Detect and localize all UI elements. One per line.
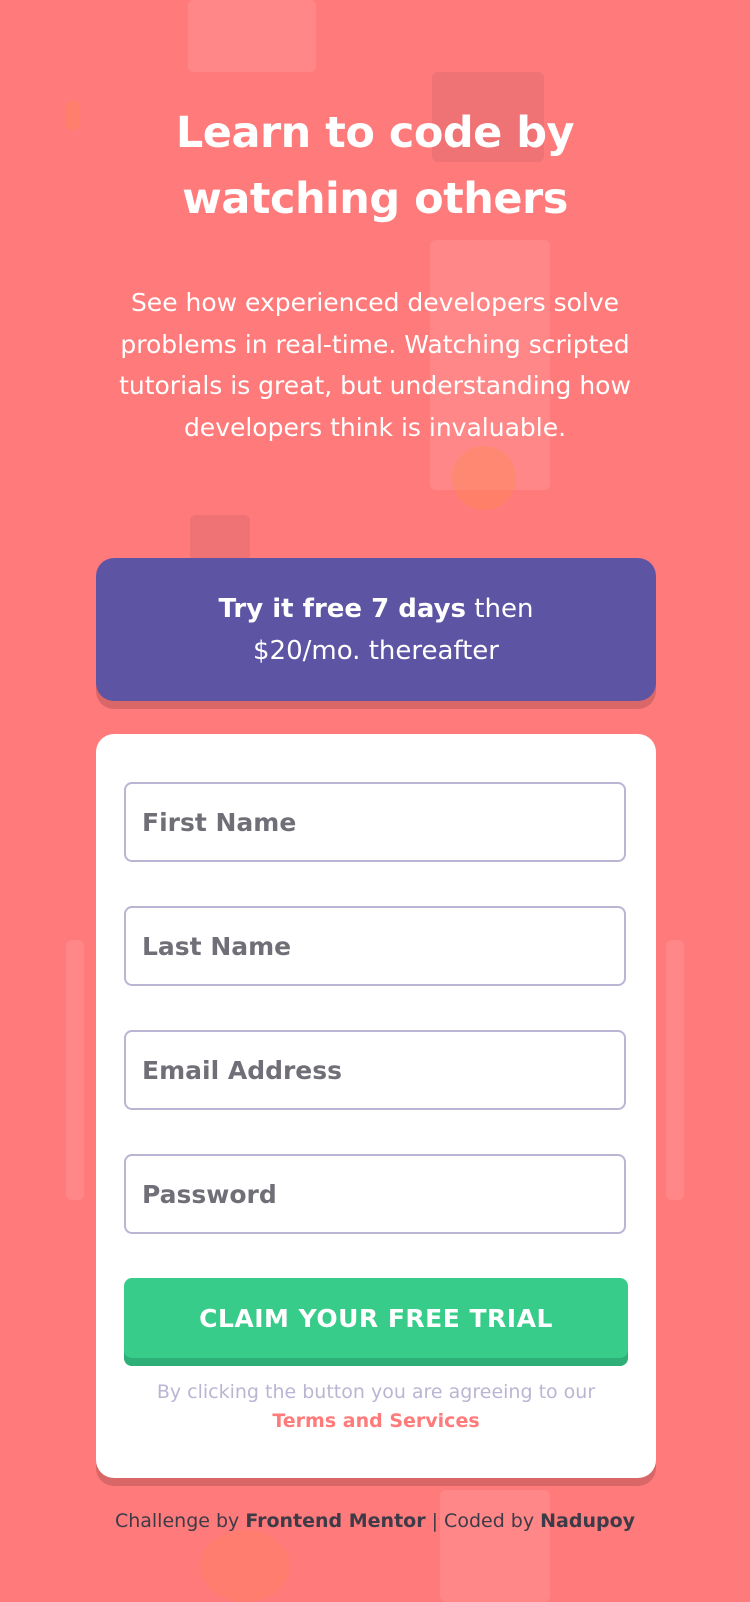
terms-notice: By clicking the button you are agreeing … [136, 1378, 616, 1436]
house-illustration [188, 0, 316, 72]
hero-description: See how experienced developers solve pro… [119, 288, 631, 442]
signup-form: CLAIM YOUR FREE TRIAL By clicking the bu… [96, 734, 656, 1478]
attribution-prefix: Challenge by [114, 1510, 246, 1532]
bottom-house-illustration [440, 1490, 550, 1602]
terms-text: By clicking the button you are agreeing … [156, 1381, 596, 1403]
attribution-separator: | Coded by [425, 1510, 541, 1532]
right-column-illustration [666, 940, 684, 1200]
promo-highlight: Try it free 7 days [218, 594, 467, 624]
page-title: Learn to code by watching others [175, 108, 575, 224]
promo-banner: Try it free 7 days then $20/mo. thereaft… [96, 558, 656, 701]
coder-credit: Nadupoy [540, 1510, 636, 1532]
last-name-input[interactable] [124, 906, 626, 986]
left-column-illustration [66, 940, 84, 1200]
claim-trial-button[interactable]: CLAIM YOUR FREE TRIAL [124, 1278, 628, 1366]
first-name-input[interactable] [124, 782, 626, 862]
attribution-footer: Challenge by Frontend Mentor | Coded by … [0, 1510, 750, 1532]
promo-text-then: then [466, 594, 534, 624]
frontend-mentor-credit: Frontend Mentor [245, 1510, 426, 1532]
gear-illustration [452, 446, 516, 510]
headphones-illustration [200, 1530, 290, 1602]
password-input[interactable] [124, 1154, 626, 1234]
promo-price: $20/mo. thereafter [253, 636, 499, 666]
email-input[interactable] [124, 1030, 626, 1110]
pencil-illustration [66, 100, 80, 130]
terms-link[interactable]: Terms and Services [272, 1410, 479, 1432]
